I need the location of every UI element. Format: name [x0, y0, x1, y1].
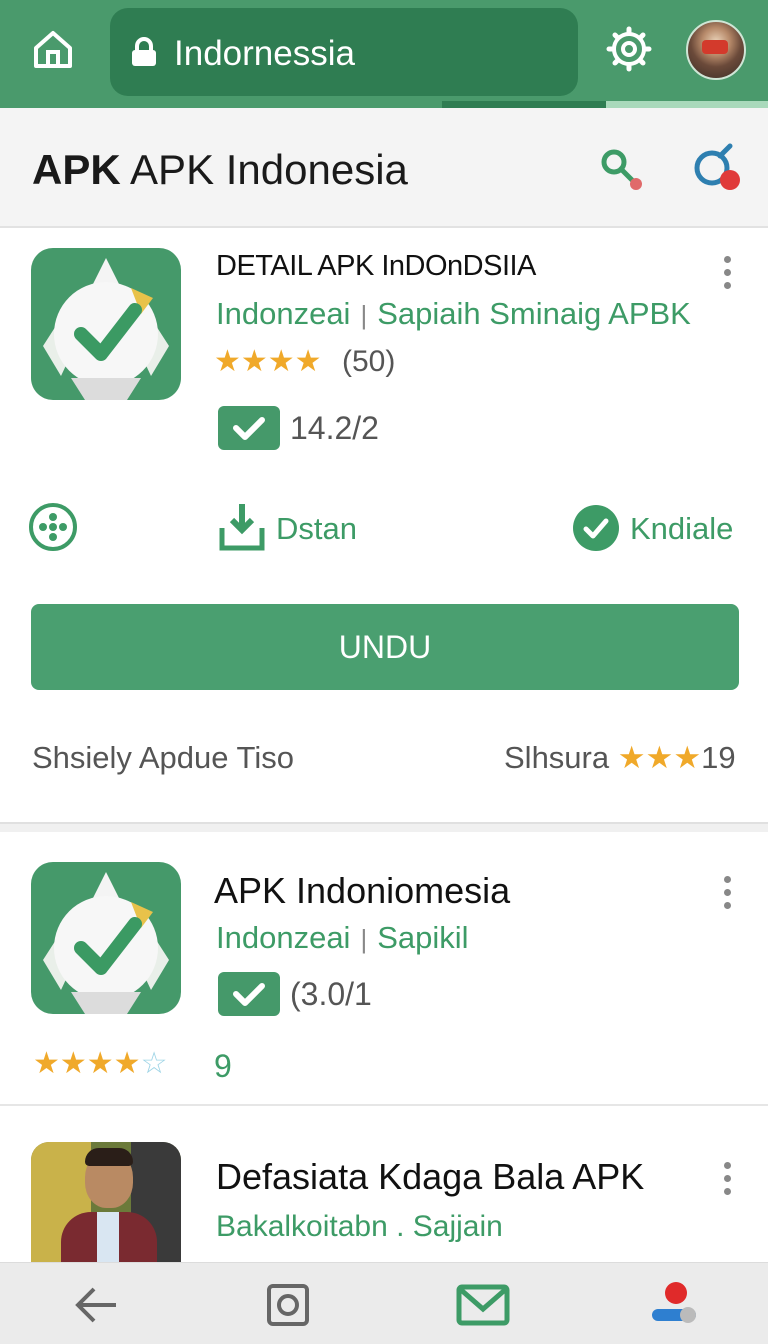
app-meta[interactable]: Bakalkoitabn . Sajjain [216, 1210, 503, 1244]
download-action-label[interactable]: Dstan [276, 511, 357, 547]
rating-stars: ★★★★ [214, 345, 322, 378]
url-text: Indornessia [174, 34, 355, 73]
gear-icon[interactable] [606, 26, 652, 72]
square-icon[interactable] [264, 1281, 312, 1329]
footer-rating: Slhsura ★★★19 [504, 740, 736, 775]
app-icon[interactable] [31, 248, 181, 400]
search-icon[interactable] [596, 144, 646, 194]
lock-icon [132, 37, 156, 66]
check-circle-icon[interactable] [572, 504, 620, 552]
dots-circle-icon[interactable] [28, 502, 78, 552]
page-title: APK APK Indonesia [32, 146, 408, 193]
user-avatar[interactable] [686, 20, 746, 80]
rating-count: (50) [342, 345, 396, 378]
developer-link[interactable]: Indonzeai [216, 296, 350, 331]
rating-stars: ★★★★☆ [33, 1047, 168, 1080]
section-divider [0, 822, 768, 832]
developer-link[interactable]: Indonzeai [216, 920, 350, 955]
app-meta: Indonzeai | Sapiaih Sminaig APBK [216, 296, 691, 331]
mail-icon[interactable] [456, 1281, 510, 1329]
more-vert-icon[interactable] [721, 876, 733, 912]
app-meta: Indonzeai | Sapikil [216, 920, 469, 955]
version-text: 14.2/2 [290, 410, 379, 446]
back-arrow-icon[interactable] [72, 1281, 120, 1329]
verified-checkbox[interactable] [218, 972, 280, 1016]
more-vert-icon[interactable] [721, 1162, 733, 1198]
browser-toolbar: Indornessia [0, 0, 768, 108]
list-divider [0, 1104, 768, 1106]
rating-count: 9 [214, 1048, 232, 1084]
more-vert-icon[interactable] [721, 256, 733, 292]
app-title[interactable]: APK Indoniomesia [214, 870, 510, 912]
download-button[interactable]: UNDU [31, 604, 739, 690]
download-icon[interactable] [218, 502, 266, 552]
footer-info: Shsiely Apdue Tiso [32, 740, 294, 775]
app-thumbnail[interactable] [31, 1142, 181, 1262]
app-title: DETAIL APK InDOnDSIIA [216, 250, 536, 282]
profile-toggle-icon[interactable] [650, 1281, 698, 1329]
bottom-navigation [0, 1262, 768, 1344]
url-bar[interactable]: Indornessia [110, 8, 578, 96]
home-icon[interactable] [30, 26, 76, 72]
app-title[interactable]: Defasiata Kdaga Bala APK [216, 1156, 644, 1198]
category-link[interactable]: Sapiaih Sminaig APBK [377, 296, 691, 331]
verified-action-label[interactable]: Kndiale [630, 511, 733, 547]
footer-stars: ★★★ [617, 740, 702, 775]
app-header: APK APK Indonesia [0, 108, 768, 228]
version-text: (3.0/1 [290, 976, 372, 1012]
app-icon[interactable] [31, 862, 181, 1014]
notification-icon[interactable] [690, 142, 744, 196]
verified-checkbox[interactable] [218, 406, 280, 450]
page-load-progress [442, 101, 768, 108]
app-detail-card: DETAIL APK InDOnDSIIA Indonzeai | Sapiaih … [0, 230, 768, 822]
category-link[interactable]: Sapikil [377, 920, 468, 955]
